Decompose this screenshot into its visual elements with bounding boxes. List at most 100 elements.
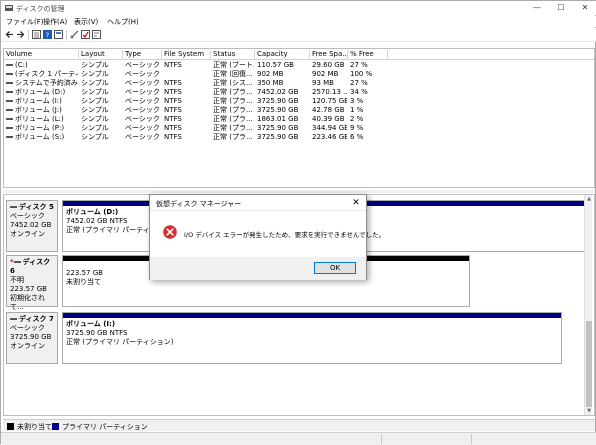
cell-text: ボリューム (S:) [15,133,65,141]
disk-state: 初期化されて... [10,294,45,311]
cell-status: 正常 (プラ... [213,115,254,124]
cell-text: 7452.02 GB [257,88,299,96]
column-free-space[interactable]: Free Spa... [310,50,348,60]
cell-status: 正常 (シス... [213,79,254,88]
help-icon[interactable]: ? [43,30,52,39]
legend: 未割り当て プライマリ パーティション [3,419,595,431]
cell-type: ベーシック [125,97,161,106]
scroll-up-icon[interactable]: ▲ [585,195,593,203]
cell-text: シンプル [81,70,109,78]
disk-type: ベーシック [10,212,45,220]
cell-volume: ボリューム (J:) [6,106,78,115]
connect-icon[interactable] [70,30,79,39]
table-row[interactable]: システムで予約済み シンプル ベーシック NTFS 正常 (シス... 350 MB 93 … [4,79,594,88]
scroll-thumb[interactable] [586,321,592,407]
cell-text: 正常 (プラ... [213,88,253,96]
properties-icon[interactable] [54,30,63,39]
volume-icon [6,73,13,75]
column-percent-free[interactable]: % Free [348,50,388,60]
cell-percent-free: 2 % [350,115,387,124]
cell-file-system: NTFS [164,115,210,124]
cell-text: (C:) [15,61,28,69]
cell-text: ベーシック [125,115,160,123]
volume-icon [6,127,13,129]
primary-swatch [52,423,59,430]
check-icon[interactable] [81,30,90,39]
back-icon[interactable] [5,30,14,39]
cell-text: ボリューム (P:) [15,124,65,132]
cell-file-system: NTFS [164,61,210,70]
table-row[interactable]: ボリューム (S:) シンプル ベーシック NTFS 正常 (プラ... 3725.90 … [4,133,594,142]
menu-action[interactable]: 操作(A) [43,17,67,27]
table-row[interactable]: ボリューム (D:) シンプル ベーシック NTFS 正常 (プラ... 7452.02 … [4,88,594,97]
cell-text: 2570.13 ... [312,88,347,96]
cell-status: 正常 (プラ... [213,88,254,97]
cell-file-system: NTFS [164,88,210,97]
column-volume[interactable]: Volume [4,50,79,60]
settings-icon[interactable] [92,30,101,39]
table-row[interactable]: (C:) シンプル ベーシック NTFS 正常 (ブート...110.57 GB 29.6… [4,61,594,70]
disk-6-label[interactable]: * ディスク 6 不明 223.57 GB 初期化されて... [6,255,58,311]
column-file-system[interactable]: File System [162,50,211,60]
close-button[interactable]: ✕ [573,1,596,15]
cell-text: 34 % [350,88,368,96]
cell-capacity: 3725.90 GB [257,124,309,133]
table-row[interactable]: ボリューム (J:) シンプル ベーシック NTFS 正常 (プラ... 3725.90 … [4,106,594,115]
disk-management-icon [5,5,13,11]
menu-view[interactable]: 表示(V) [74,17,98,27]
cell-text: NTFS [164,133,182,141]
volume-icon [6,136,13,138]
disk-7-partition-i[interactable]: ボリューム (I:) 3725.90 GB NTFS 正常 (プライマリ パーテ… [62,312,562,364]
cell-free-space: 40.39 GB [312,115,347,124]
table-row[interactable]: ボリューム (L:) シンプル ベーシック NTFS 正常 (プラ... 1863.01 … [4,115,594,124]
table-row[interactable]: ボリューム (I:) シンプル ベーシック NTFS 正常 (プラ... 3725.90 … [4,97,594,106]
disk-5-label[interactable]: ディスク 5 ベーシック 7452.02 GB オンライン [6,200,58,252]
scroll-down-icon[interactable]: ▼ [585,407,593,415]
ok-button[interactable]: OK [314,262,356,274]
list-view-icon[interactable] [32,30,41,39]
table-row[interactable]: (ディスク 1 パーティシ...シンプル ベーシック 正常 (回復... 902 MB… [4,70,594,79]
cell-text: 3725.90 GB [257,133,299,141]
cell-text: 2 % [350,115,364,123]
dialog-title: 仮想ディスク マネージャー [156,200,242,208]
pane-splitter[interactable] [3,190,595,193]
disk-map-scrollbar[interactable]: ▲ ▼ [584,195,592,415]
cell-free-space: 29.60 GB [312,61,347,70]
dialog-close-button[interactable]: ✕ [350,197,362,209]
disk-type: 不明 [10,276,24,284]
menu-help[interactable]: ヘルプ(H) [107,17,139,27]
cell-text: シンプル [81,124,109,132]
disk-7-label[interactable]: ディスク 7 ベーシック 3725.90 GB オンライン [6,312,58,364]
menu-file[interactable]: ファイル(F) [6,17,44,27]
cell-percent-free: 3 % [350,97,387,106]
table-row[interactable]: ボリューム (P:) シンプル ベーシック NTFS 正常 (プラ... 3725.90 … [4,124,594,133]
column-status[interactable]: Status [211,50,255,60]
disk-size: 7452.02 GB [10,221,52,229]
volume-icon [6,118,13,120]
cell-capacity: 110.57 GB [257,61,309,70]
column-layout[interactable]: Layout [79,50,123,60]
column-type[interactable]: Type [123,50,162,60]
cell-text: 120.75 GB [312,97,347,105]
forward-icon[interactable] [16,30,25,39]
volume-icon [6,82,13,84]
cell-capacity: 1863.01 GB [257,115,309,124]
cell-text: シンプル [81,79,109,87]
error-icon [163,225,177,239]
cell-text: 正常 (ブート... [213,61,254,69]
column-capacity[interactable]: Capacity [255,50,310,60]
cell-percent-free: 27 % [350,79,387,88]
minimize-button[interactable]: — [525,1,549,15]
maximize-button[interactable]: ☐ [549,1,573,15]
cell-text: シンプル [81,88,109,96]
cell-text: (ディスク 1 パーティシ... [15,70,78,78]
cell-status: 正常 (プラ... [213,133,254,142]
cell-capacity: 350 MB [257,79,309,88]
disk-state: オンライン [10,230,45,238]
cell-percent-free: 27 % [350,61,387,70]
status-separator [471,434,472,444]
cell-layout: シンプル [81,115,122,124]
legend-unallocated: 未割り当て [17,423,52,431]
cell-layout: シンプル [81,61,122,70]
cell-volume: システムで予約済み [6,79,78,88]
